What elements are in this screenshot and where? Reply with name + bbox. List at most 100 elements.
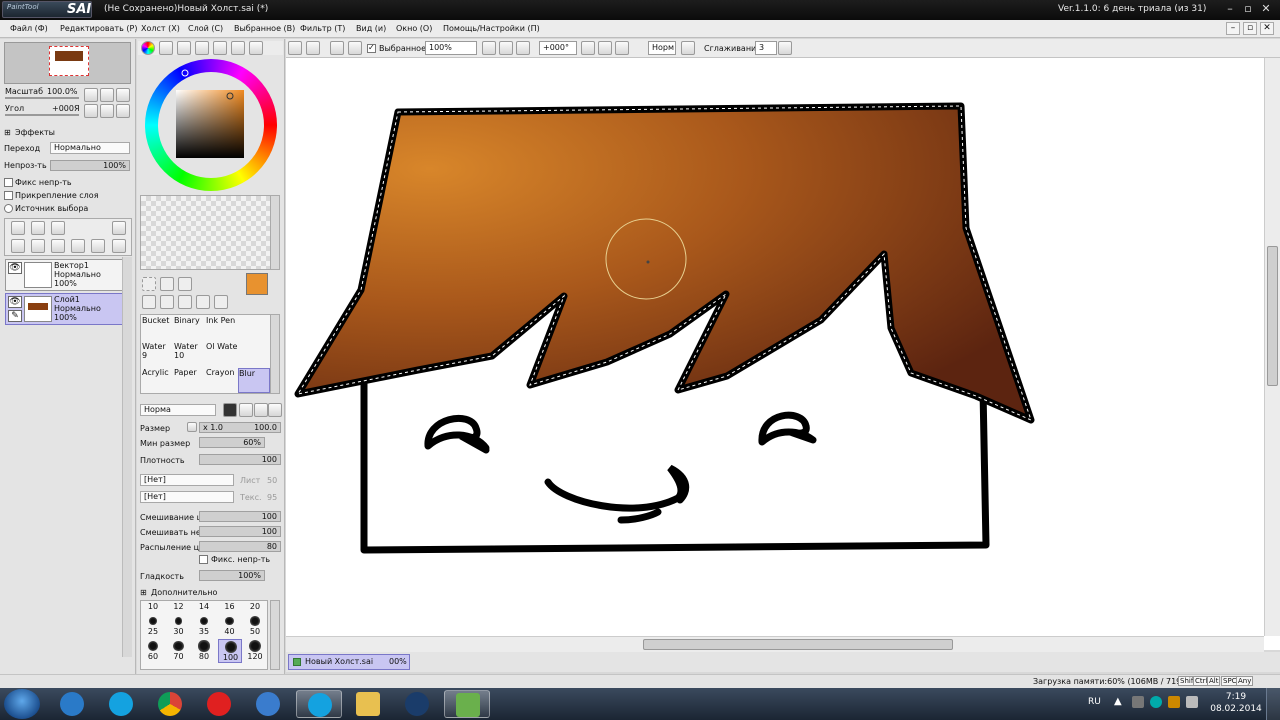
menu-layer[interactable]: Слой (С) — [188, 24, 223, 33]
minimize-icon[interactable]: – — [1222, 2, 1238, 16]
tool-blur[interactable]: Blur — [238, 368, 270, 393]
taskbar-app-explorer[interactable] — [345, 690, 391, 718]
copy-layer-icon[interactable] — [11, 239, 25, 253]
texture2-select[interactable]: [Нет] — [140, 491, 234, 503]
language-indicator[interactable]: RU — [1088, 697, 1101, 707]
blend-select[interactable]: Нормально — [50, 142, 130, 154]
redo-icon[interactable] — [306, 41, 320, 55]
mix-slider[interactable]: 100 — [199, 511, 281, 522]
taskbar-app-paintsai[interactable] — [444, 690, 490, 718]
plus-icon[interactable]: ⊞ — [4, 128, 11, 137]
network-icon[interactable] — [1168, 696, 1180, 708]
rotate-tool-icon[interactable] — [178, 295, 192, 309]
brush-shape-4-icon[interactable] — [268, 403, 282, 417]
blend-mode-select[interactable]: Норм — [648, 41, 676, 55]
brush-size-100[interactable]: 100 — [217, 639, 242, 663]
merge-down-icon[interactable] — [31, 239, 45, 253]
doc-minimize-icon[interactable]: – — [1226, 22, 1240, 35]
selection-checkbox[interactable]: ✓ — [367, 43, 376, 53]
brush-size-120[interactable]: 120 — [243, 639, 267, 663]
stabilizer-icon[interactable] — [681, 41, 695, 55]
brush-size-80[interactable]: 80 — [192, 639, 216, 663]
brush-shape-2-icon[interactable] — [239, 403, 253, 417]
deselect-icon[interactable] — [330, 41, 344, 55]
new-vector-layer-icon[interactable] — [31, 221, 45, 235]
zoom-select[interactable]: 100% — [425, 41, 477, 55]
undo-icon[interactable] — [288, 41, 302, 55]
brush-size-35[interactable]: 35 — [192, 614, 216, 638]
tool-crayon[interactable]: Crayon — [206, 368, 238, 393]
hsv-slider-icon[interactable] — [177, 41, 191, 55]
rotate-right-icon[interactable] — [598, 41, 612, 55]
brush-size-50[interactable]: 50 — [243, 614, 267, 638]
color-wheel-mode-icon[interactable] — [141, 41, 155, 55]
palette-icon[interactable] — [195, 41, 209, 55]
new-layer-icon[interactable] — [11, 221, 25, 235]
doc-restore-icon[interactable]: ▫ — [1243, 22, 1257, 35]
size-multiplier-icon[interactable] — [187, 422, 197, 432]
tool-water-10[interactable]: Water 10 — [174, 342, 206, 367]
horizontal-scroll-thumb[interactable] — [643, 639, 953, 650]
taskbar-app-skype-2[interactable] — [296, 690, 342, 718]
scratchpad[interactable] — [140, 195, 272, 270]
size-slider[interactable]: x 1.0 100.0 — [199, 422, 281, 433]
brush-size-25[interactable]: 25 — [141, 614, 165, 638]
drawing-canvas[interactable] — [286, 58, 1280, 650]
swatches-icon[interactable] — [213, 41, 227, 55]
vertical-scroll-thumb[interactable] — [1267, 246, 1278, 386]
nav-zoom-in-icon[interactable] — [100, 88, 114, 102]
document-tab[interactable]: Новый Холст.sai 00% — [288, 654, 410, 670]
effects-label[interactable]: Эффекты — [15, 128, 55, 137]
smoothing-dropdown-icon[interactable] — [778, 41, 792, 55]
doc-close-icon[interactable]: ✕ — [1260, 22, 1274, 35]
nav-rotate-reset-icon[interactable] — [116, 104, 130, 118]
brush-size-10[interactable]: 10 — [141, 601, 165, 613]
tray-app-icon[interactable] — [1132, 696, 1144, 708]
layer-item-vector1[interactable]: 👁 Вектор1 Нормально 100% — [5, 259, 131, 291]
rotate-reset-icon[interactable] — [615, 41, 629, 55]
tool-grid-scrollbar[interactable] — [270, 314, 280, 394]
clip-layer-checkbox[interactable] — [4, 191, 13, 200]
merge-visible-icon[interactable] — [91, 239, 105, 253]
tool-bucket[interactable]: Bucket — [142, 316, 174, 341]
new-folder-icon[interactable] — [51, 221, 65, 235]
smoothing-select[interactable]: 3 — [755, 41, 777, 55]
maximize-icon[interactable]: ▫ — [1240, 2, 1256, 16]
opacity-slider[interactable]: 100% — [50, 160, 130, 171]
spread-slider[interactable]: 80 — [199, 541, 281, 552]
brush-size-30[interactable]: 30 — [167, 614, 191, 638]
rotate-left-icon[interactable] — [581, 41, 595, 55]
taskbar-app-browser[interactable] — [245, 690, 291, 718]
layer-item-layer1[interactable]: 👁 ✎ Слой1 Нормально 100% — [5, 293, 131, 325]
horizontal-scrollbar[interactable] — [286, 636, 1264, 652]
smooth-slider[interactable]: 100% — [199, 570, 265, 581]
brush-size-14[interactable]: 14 — [192, 601, 216, 613]
density-slider[interactable]: 100 — [199, 454, 281, 465]
taskbar-app-skype[interactable] — [98, 690, 144, 718]
taskbar-app-chrome[interactable] — [147, 690, 193, 718]
nav-zoom-reset-icon[interactable] — [116, 88, 130, 102]
extra-label[interactable]: Дополнительно — [151, 588, 217, 597]
delete-layer-icon[interactable] — [71, 239, 85, 253]
rect-select-icon[interactable] — [142, 277, 156, 291]
brush-size-60[interactable]: 60 — [141, 639, 165, 663]
zoom-reset-icon[interactable] — [516, 41, 530, 55]
eye-icon[interactable]: 👁 — [8, 296, 22, 308]
color-wheel[interactable] — [145, 59, 277, 191]
menu-help[interactable]: Помощь/Настройки (П) — [443, 24, 540, 33]
hand-icon[interactable] — [196, 295, 210, 309]
scratchpad-icon[interactable] — [231, 41, 245, 55]
tray-expand-icon[interactable]: ▲ — [1114, 696, 1122, 707]
zoom-tool-icon[interactable] — [160, 295, 174, 309]
menu-canvas[interactable]: Холст (Х) — [141, 24, 180, 33]
menu-selection[interactable]: Выбранное (В) — [234, 24, 295, 33]
tray-app-icon-2[interactable] — [1150, 696, 1162, 708]
layer-mask-icon[interactable] — [112, 221, 126, 235]
nav-rotate-right-icon[interactable] — [100, 104, 114, 118]
fix-opacity-checkbox[interactable] — [4, 178, 13, 187]
keep-opacity-checkbox[interactable] — [199, 555, 208, 564]
rgb-slider-icon[interactable] — [159, 41, 173, 55]
brush-size-70[interactable]: 70 — [167, 639, 191, 663]
nav-zoom-out-icon[interactable] — [84, 88, 98, 102]
eye-icon[interactable]: 👁 — [8, 262, 22, 274]
